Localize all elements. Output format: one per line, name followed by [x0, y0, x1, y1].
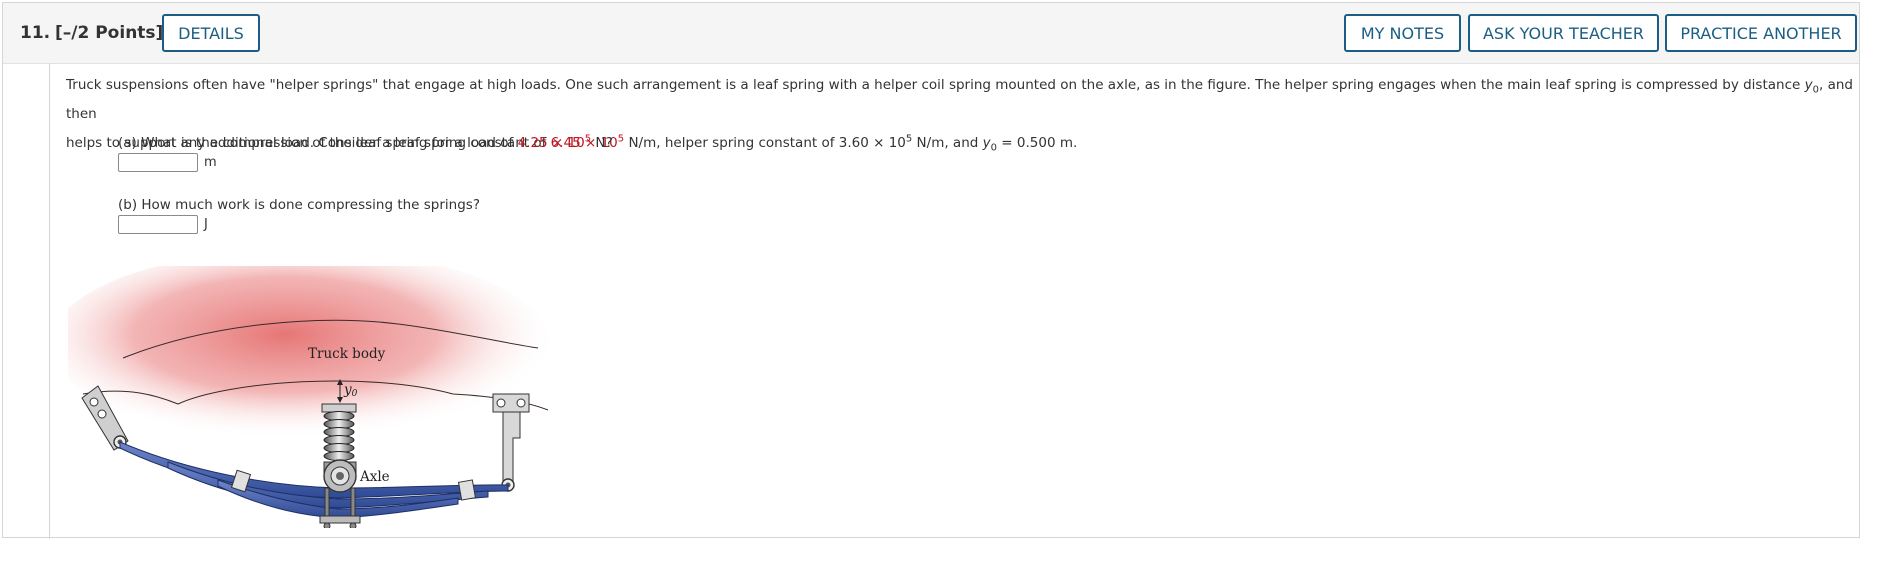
right-hanger-bracket	[492, 393, 530, 492]
part-a-question: (a) What is the compression of the leaf …	[118, 133, 613, 151]
question-card: 11. [–/2 Points] DETAILS MY NOTES ASK YO…	[2, 2, 1862, 539]
part-b: (b) How much work is done compressing th…	[118, 197, 480, 234]
leaf-spring	[119, 441, 509, 519]
intro-text-6: = 0.500 m.	[997, 135, 1078, 151]
practice-another-button[interactable]: PRACTICE ANOTHER	[1665, 14, 1857, 52]
intro-text-5: N/m, and	[912, 135, 983, 151]
part-b-answer-input[interactable]	[118, 215, 198, 234]
part-a-answer-row: m	[118, 153, 613, 172]
part-b-question: (b) How much work is done compressing th…	[118, 197, 481, 213]
question-number: 11.	[20, 23, 51, 43]
y0-symbol-2: y	[982, 135, 991, 151]
intro-text-4: N/m, helper spring constant of 3.60 × 10	[624, 135, 906, 151]
part-a-answer-input[interactable]	[118, 153, 198, 172]
truck-body-label: Truck body	[308, 346, 386, 362]
question-body: Truck suspensions often have "helper spr…	[49, 63, 1862, 539]
y0-symbol: y	[1804, 77, 1813, 93]
question-points: [–/2 Points]	[55, 23, 164, 43]
load-value: 4.25 × 105	[517, 133, 592, 151]
question-header: 11. [–/2 Points] DETAILS MY NOTES ASK YO…	[3, 3, 1859, 64]
part-b-answer-row: J	[118, 215, 480, 234]
leaf-spring-figure: Truck body y0 Axle	[68, 266, 550, 528]
ask-teacher-button[interactable]: ASK YOUR TEACHER	[1468, 14, 1659, 52]
my-notes-button[interactable]: MY NOTES	[1344, 14, 1461, 52]
part-a: (a) What is the compression of the leaf …	[118, 133, 613, 172]
helper-coil-spring	[321, 403, 357, 461]
details-button[interactable]: DETAILS	[162, 14, 260, 52]
part-a-unit: m	[204, 155, 217, 170]
intro-text-1: Truck suspensions often have "helper spr…	[66, 77, 1805, 93]
axle-label: Axle	[359, 469, 390, 485]
part-b-unit: J	[204, 217, 208, 232]
